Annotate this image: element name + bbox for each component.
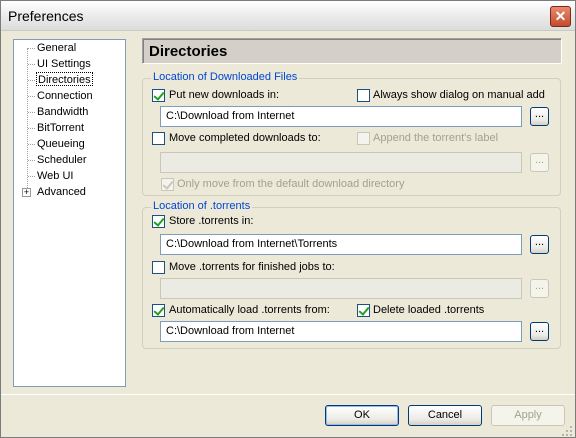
tree-branch xyxy=(28,48,35,49)
auto-load-path-input[interactable]: C:\Download from Internet xyxy=(160,321,522,342)
close-icon: ✕ xyxy=(554,8,567,24)
move-finished-path-input[interactable] xyxy=(160,278,522,299)
move-finished-torrents-checkbox[interactable] xyxy=(152,261,165,274)
tree-item-connection[interactable]: Connection xyxy=(37,89,93,103)
category-tree[interactable]: General UI Settings Directories Connecti… xyxy=(13,39,126,387)
only-move-default-checkbox[interactable] xyxy=(161,178,174,191)
tree-connector-line xyxy=(27,48,28,194)
move-completed-browse-button[interactable]: ... xyxy=(530,153,549,172)
append-label-label[interactable]: Append the torrent's label xyxy=(373,132,498,145)
download-path-input[interactable]: C:\Download from Internet xyxy=(160,106,522,127)
tree-item-general[interactable]: General xyxy=(37,41,76,55)
apply-button[interactable]: Apply xyxy=(491,405,565,426)
resize-grip-icon[interactable] xyxy=(561,425,573,437)
only-move-default-label[interactable]: Only move from the default download dire… xyxy=(177,178,404,191)
tree-branch xyxy=(28,96,35,97)
move-completed-label[interactable]: Move completed downloads to: xyxy=(169,132,321,145)
footer-divider xyxy=(1,394,575,395)
panel-title: Directories xyxy=(149,43,228,60)
tree-item-bittorrent[interactable]: BitTorrent xyxy=(37,121,84,135)
always-show-dialog-label[interactable]: Always show dialog on manual add xyxy=(373,89,545,102)
tree-branch xyxy=(28,160,35,161)
auto-load-browse-button[interactable]: ... xyxy=(530,322,549,341)
put-new-downloads-label[interactable]: Put new downloads in: xyxy=(169,89,279,102)
tree-branch xyxy=(28,144,35,145)
tree-item-ui-settings[interactable]: UI Settings xyxy=(37,57,91,71)
title-bar[interactable]: Preferences ✕ xyxy=(1,1,575,31)
tree-branch xyxy=(28,112,35,113)
window-title: Preferences xyxy=(8,8,84,24)
tree-item-directories[interactable]: Directories xyxy=(36,72,93,86)
always-show-dialog-checkbox[interactable] xyxy=(357,89,370,102)
store-torrents-browse-button[interactable]: ... xyxy=(530,235,549,254)
tree-branch xyxy=(28,64,35,65)
tree-item-bandwidth[interactable]: Bandwidth xyxy=(37,105,88,119)
tree-branch xyxy=(28,80,35,81)
cancel-button[interactable]: Cancel xyxy=(408,405,482,426)
tree-item-queueing[interactable]: Queueing xyxy=(37,137,85,151)
append-label-checkbox[interactable] xyxy=(357,132,370,145)
put-new-downloads-checkbox[interactable] xyxy=(152,89,165,102)
tree-item-advanced[interactable]: Advanced xyxy=(37,185,86,199)
torrents-location-legend: Location of .torrents xyxy=(151,200,253,212)
move-completed-checkbox[interactable] xyxy=(152,132,165,145)
store-torrents-label[interactable]: Store .torrents in: xyxy=(169,215,253,228)
tree-item-web-ui[interactable]: Web UI xyxy=(37,169,73,183)
tree-branch xyxy=(28,128,35,129)
tree-branch xyxy=(28,176,35,177)
close-button[interactable]: ✕ xyxy=(550,6,571,27)
downloaded-files-legend: Location of Downloaded Files xyxy=(151,71,300,83)
preferences-window: Preferences ✕ General UI Settings Direct… xyxy=(0,0,576,438)
move-completed-path-input[interactable] xyxy=(160,152,522,173)
panel-header: Directories xyxy=(142,38,562,64)
store-torrents-path-input[interactable]: C:\Download from Internet\Torrents xyxy=(160,234,522,255)
move-finished-torrents-label[interactable]: Move .torrents for finished jobs to: xyxy=(169,261,335,274)
expand-icon[interactable]: + xyxy=(22,188,31,197)
delete-loaded-torrents-label[interactable]: Delete loaded .torrents xyxy=(373,304,484,317)
ok-button[interactable]: OK xyxy=(325,405,399,426)
download-path-browse-button[interactable]: ... xyxy=(530,107,549,126)
tree-item-scheduler[interactable]: Scheduler xyxy=(37,153,87,167)
store-torrents-checkbox[interactable] xyxy=(152,215,165,228)
auto-load-torrents-label[interactable]: Automatically load .torrents from: xyxy=(169,304,330,317)
delete-loaded-torrents-checkbox[interactable] xyxy=(357,304,370,317)
move-finished-browse-button[interactable]: ... xyxy=(530,279,549,298)
auto-load-torrents-checkbox[interactable] xyxy=(152,304,165,317)
